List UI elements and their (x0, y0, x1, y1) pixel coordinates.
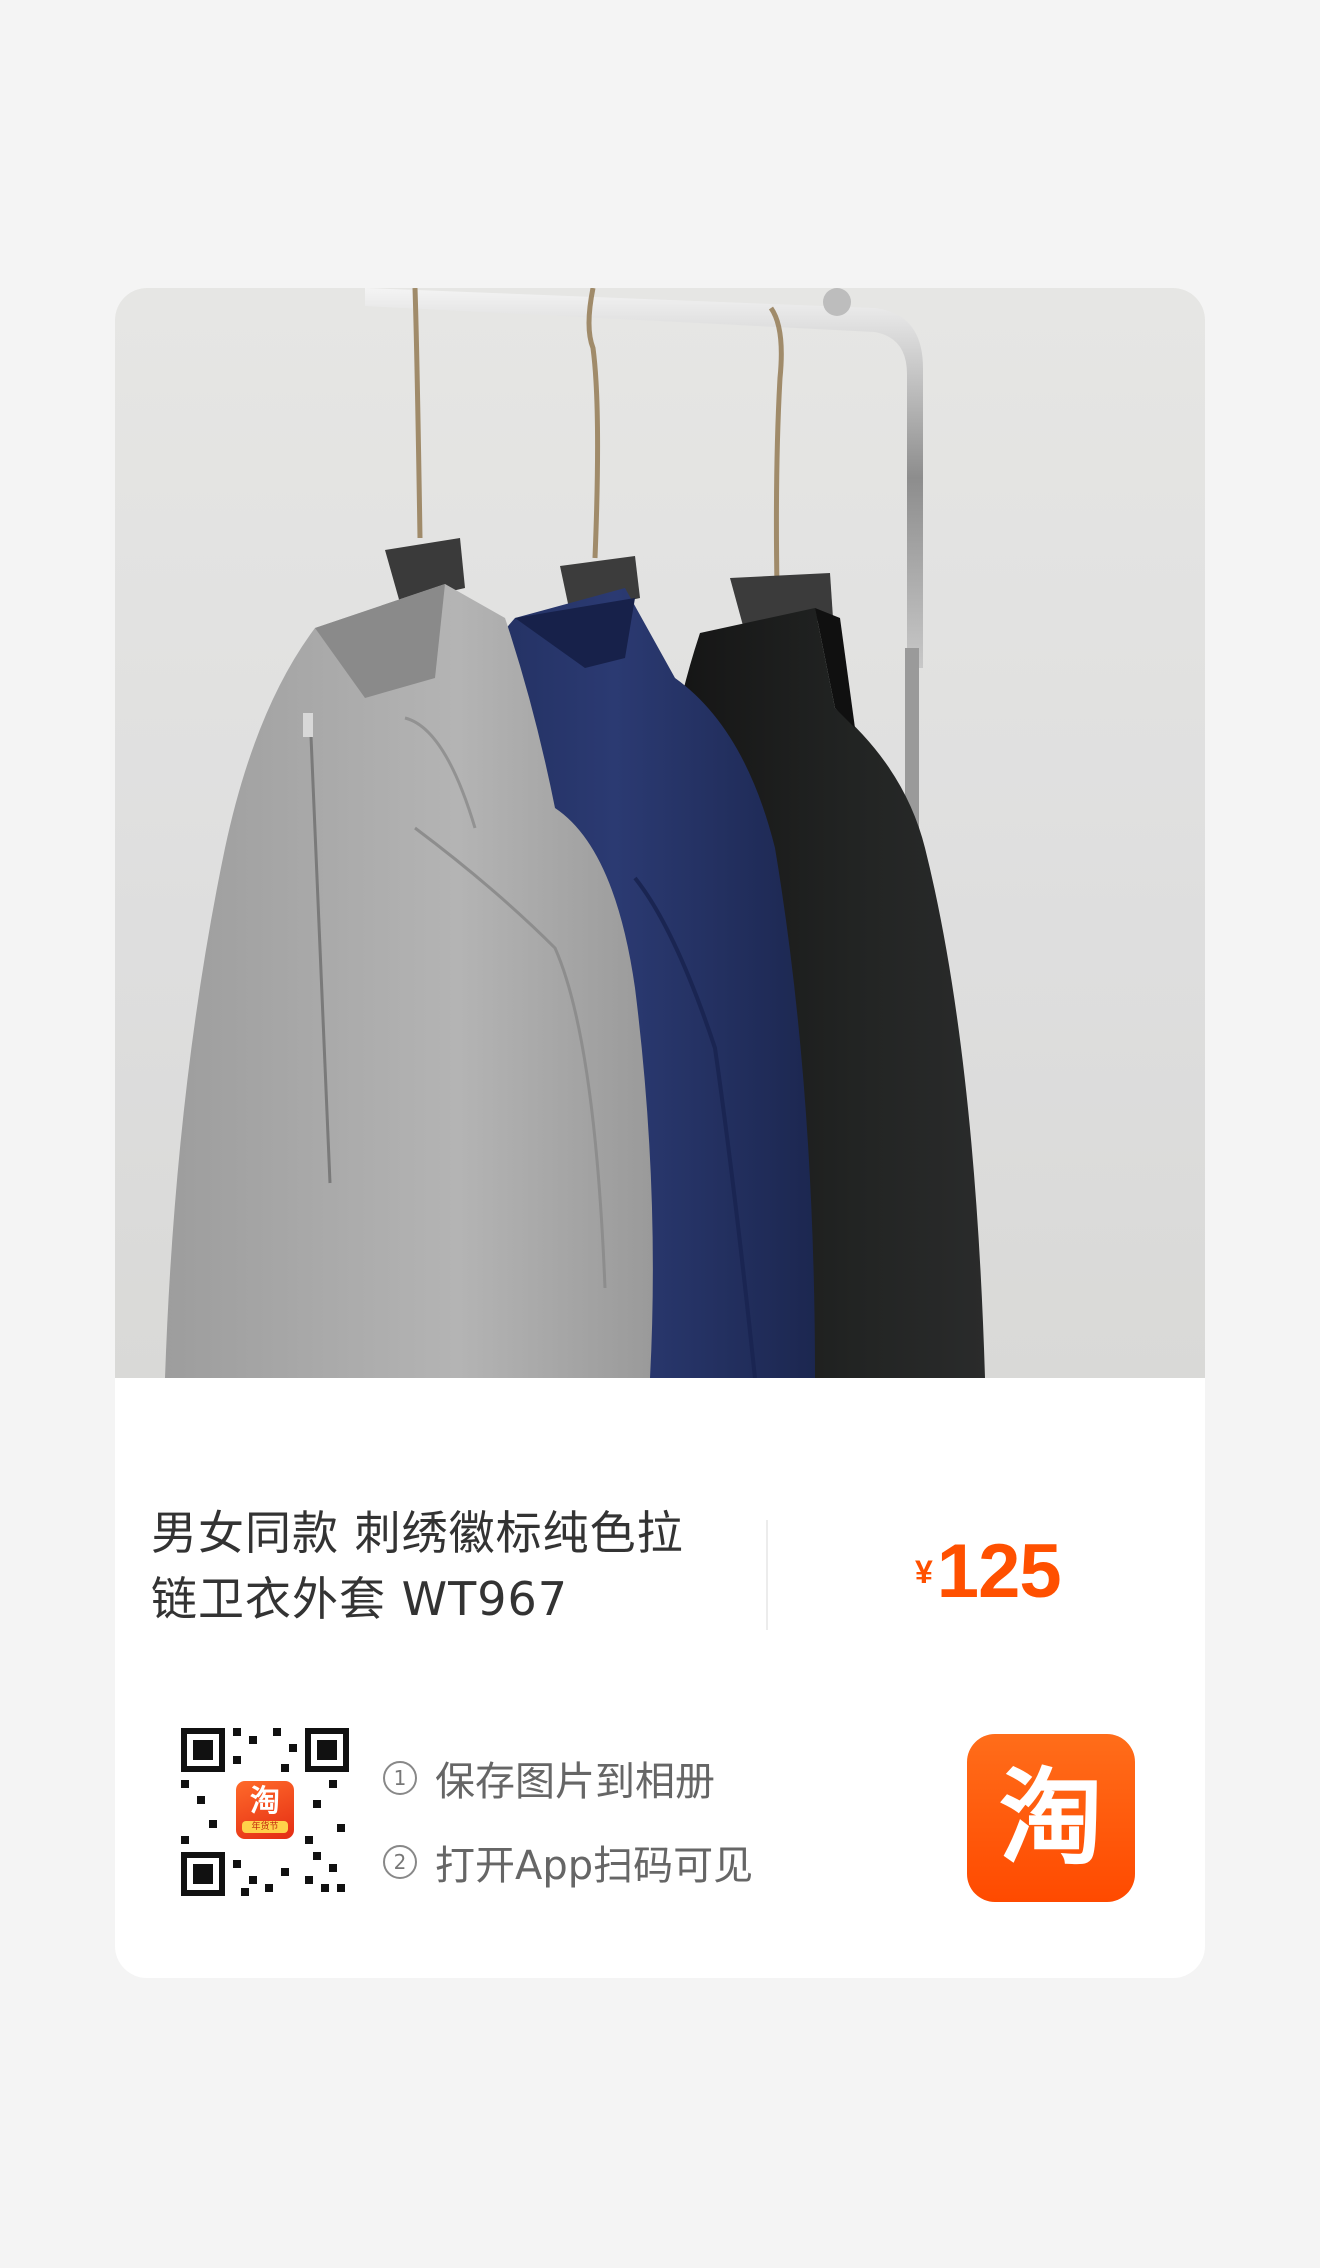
step-save-image: 1 保存图片到相册 (383, 1750, 753, 1806)
step-text: 打开App扫码可见 (435, 1843, 754, 1889)
step-number-icon: 2 (383, 1845, 417, 1879)
taobao-app-icon: 淘 (967, 1734, 1135, 1902)
currency-symbol: ¥ (915, 1554, 933, 1590)
product-photo (115, 288, 1205, 1378)
step-text: 保存图片到相册 (435, 1759, 715, 1805)
product-title: 男女同款 刺绣徽标纯色拉链卫衣外套 WT967 (151, 1506, 684, 1626)
product-share-card: 男女同款 刺绣徽标纯色拉链卫衣外套 WT967 ¥125 淘 年货节 1 保存图… (115, 288, 1205, 1978)
qr-code: 淘 年货节 (181, 1728, 349, 1896)
step-number-icon: 1 (383, 1761, 417, 1795)
qr-taobao-badge-icon: 淘 年货节 (233, 1778, 297, 1842)
price-amount: 125 (936, 1529, 1062, 1614)
product-price: ¥125 (915, 1528, 1062, 1615)
divider (766, 1520, 768, 1630)
instruction-steps: 1 保存图片到相册 2 打开App扫码可见 (383, 1750, 753, 1918)
hoodies-on-rack-image (165, 288, 985, 1378)
step-open-app: 2 打开App扫码可见 (383, 1834, 753, 1890)
